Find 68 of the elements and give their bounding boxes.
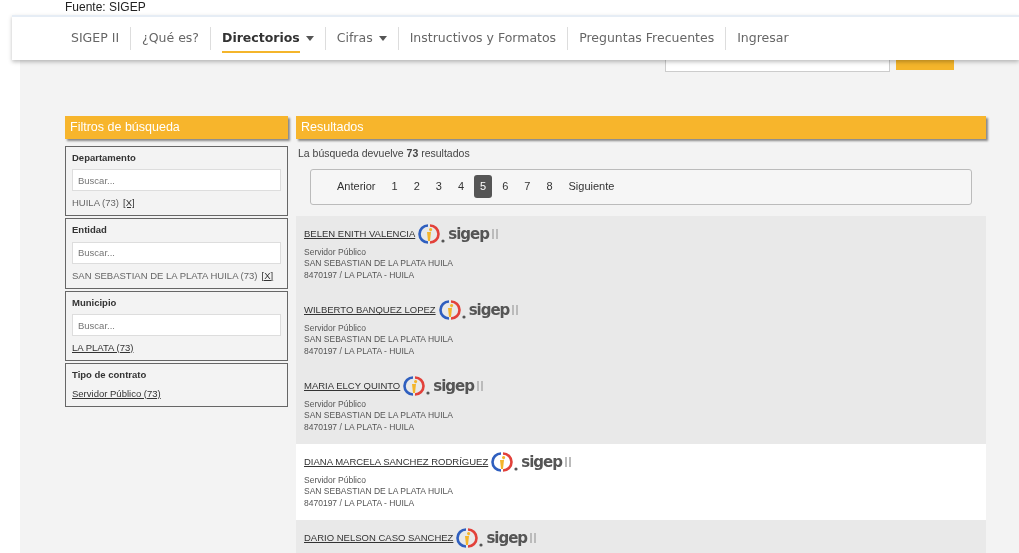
page-link[interactable]: 3 (429, 175, 448, 198)
filter-title: Departamento (72, 150, 137, 165)
bars-icon (512, 304, 519, 316)
search-button[interactable] (896, 60, 954, 70)
nav-link[interactable]: Instructivos y Formatos (398, 27, 569, 50)
remove-filter-link[interactable]: [X] (261, 268, 274, 283)
panel-header: Resultados (296, 116, 986, 139)
person-name-link[interactable]: BELEN ENITH VALENCIA (304, 227, 416, 241)
nav-link[interactable]: Directorios (211, 27, 326, 50)
nav-link[interactable]: Preguntas Frecuentes (568, 27, 727, 50)
search-field[interactable]: Buscar... (72, 169, 281, 191)
filter-option-link[interactable]: Servidor Público (73) (72, 386, 161, 401)
circle-logo-icon (403, 376, 431, 396)
page-link[interactable]: 2 (407, 175, 426, 198)
nav-link[interactable]: Cifras (325, 27, 399, 50)
page-link[interactable]: 4 (451, 175, 471, 198)
nav-link[interactable]: ¿Qué es? (131, 27, 211, 50)
page-link[interactable]: Siguiente (562, 175, 621, 198)
search-field[interactable]: Buscar... (72, 314, 281, 336)
result-detail: SAN SEBASTIAN DE LA PLATA HUILA (304, 486, 454, 499)
person-name-link[interactable]: MARIA ELCY QUINTO (304, 379, 401, 393)
page-link[interactable]: 6 (496, 175, 515, 198)
bars-icon (530, 532, 537, 544)
result-detail: 8470197 / LA PLATA - HUILA (304, 422, 416, 435)
bars-icon (564, 456, 571, 468)
result-detail: Servidor Público (304, 322, 367, 335)
nav-link[interactable]: Ingresar (726, 27, 800, 50)
result-detail: SAN SEBASTIAN DE LA PLATA HUILA (304, 334, 454, 347)
circle-logo-icon (491, 452, 519, 472)
person-name-link[interactable]: DIANA MARCELA SANCHEZ RODRÍGUEZ (304, 455, 489, 469)
filter-title: Municipio (72, 295, 118, 310)
result-detail: Servidor Público (304, 398, 367, 411)
circle-logo-icon (418, 224, 446, 244)
page-link[interactable]: 1 (385, 175, 404, 198)
filter-option: HUILA (73) (72, 196, 119, 211)
filter-option-link[interactable]: LA PLATA (73) (72, 341, 134, 356)
nav-link[interactable]: SIGEP II (60, 27, 132, 50)
filter-title: Tipo de contrato (72, 368, 148, 383)
results-summary: La búsqueda devuelve 73 resultados (298, 145, 471, 161)
page-link[interactable]: Anterior (331, 175, 382, 198)
result-detail: Servidor Público (304, 474, 367, 487)
logo-text: sigep (521, 451, 562, 473)
result-detail: SAN SEBASTIAN DE LA PLATA HUILA (304, 410, 454, 423)
result-detail: SAN SEBASTIAN DE LA PLATA HUILA (304, 258, 454, 271)
result-detail: Servidor Público (304, 246, 367, 259)
result-detail: 8470197 / LA PLATA - HUILA (304, 346, 416, 359)
search-field[interactable]: Buscar... (72, 241, 281, 264)
caption-text: Fuente: SIGEP (64, 0, 147, 15)
result-detail: 8470197 / LA PLATA - HUILA (304, 270, 416, 283)
logo-text: sigep (448, 223, 489, 245)
person-name-link[interactable]: WILBERTO BANQUEZ LOPEZ (304, 303, 436, 317)
bars-icon (477, 380, 483, 392)
filter-title: Entidad (72, 223, 108, 238)
logo-text: sigep (433, 375, 474, 397)
remove-filter-link[interactable]: [X] (123, 196, 135, 211)
page-link[interactable]: 5 (474, 175, 493, 198)
search-field[interactable] (665, 60, 890, 72)
page-link[interactable]: 8 (540, 175, 559, 198)
bars-icon (491, 228, 498, 240)
page-link[interactable]: 7 (518, 175, 537, 198)
circle-logo-icon (438, 300, 466, 320)
panel-header: Filtros de búsqueda (65, 116, 288, 139)
circle-logo-icon (456, 528, 484, 548)
logo-text: sigep (468, 299, 510, 321)
logo-text: sigep (486, 527, 528, 549)
filter-option: SAN SEBASTIAN DE LA PLATA HUILA (73) (72, 268, 258, 283)
person-name-link[interactable]: DARIO NELSON CASO SANCHEZ (304, 531, 454, 545)
result-detail: 8470197 / LA PLATA - HUILA (304, 498, 416, 511)
